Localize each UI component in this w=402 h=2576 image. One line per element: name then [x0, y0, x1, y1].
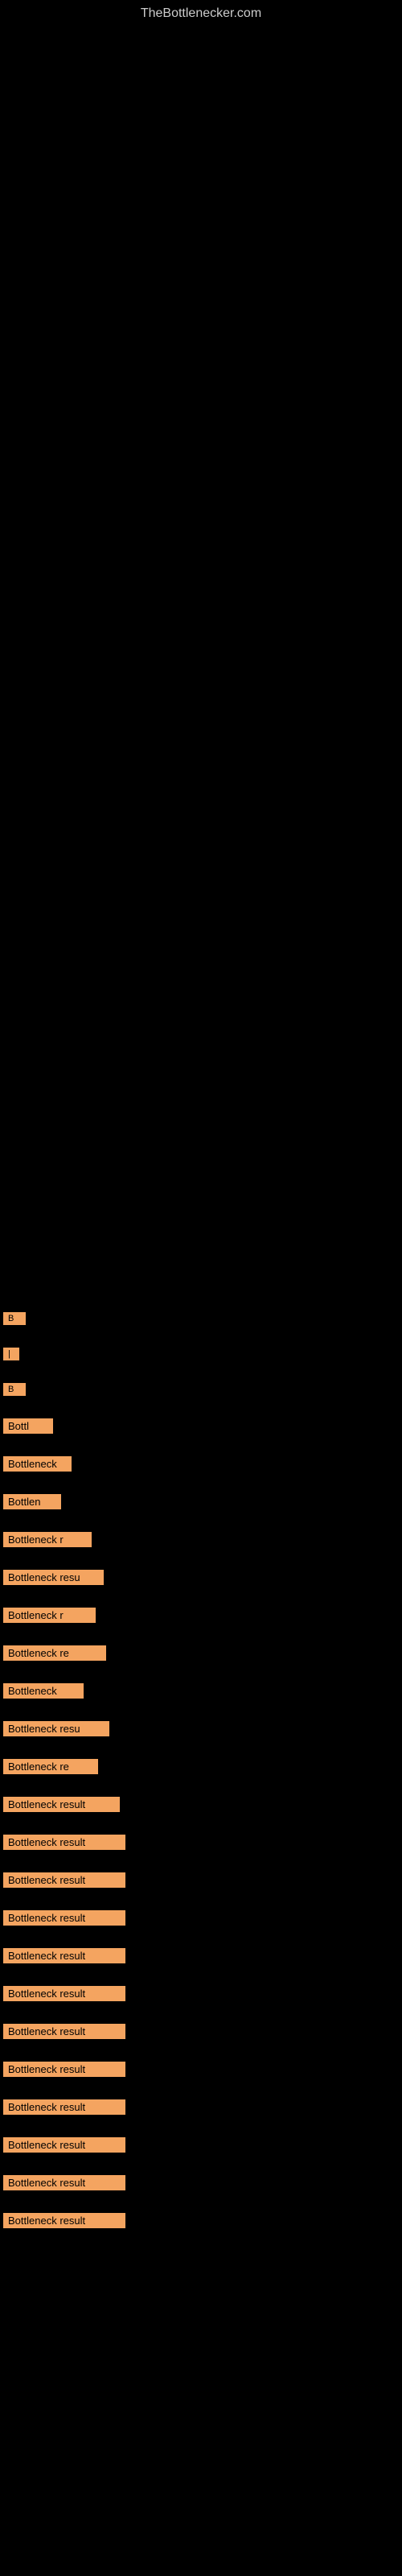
- bottleneck-result-item-25: Bottleneck result: [3, 2213, 125, 2228]
- bottleneck-result-item-1: B: [3, 1312, 26, 1325]
- bottleneck-result-item-15: Bottleneck result: [3, 1835, 125, 1850]
- bottleneck-result-item-18: Bottleneck result: [3, 1948, 125, 1963]
- bottleneck-result-item-6: Bottlen: [3, 1494, 61, 1509]
- bottleneck-result-item-19: Bottleneck result: [3, 1986, 125, 2001]
- bottleneck-result-item-16: Bottleneck result: [3, 1872, 125, 1888]
- bottleneck-result-item-23: Bottleneck result: [3, 2137, 125, 2153]
- bottleneck-result-item-7: Bottleneck r: [3, 1532, 92, 1547]
- bottleneck-result-item-9: Bottleneck r: [3, 1608, 96, 1623]
- bottleneck-result-item-21: Bottleneck result: [3, 2062, 125, 2077]
- bottleneck-result-item-13: Bottleneck re: [3, 1759, 98, 1774]
- bottleneck-result-item-24: Bottleneck result: [3, 2175, 125, 2190]
- results-container: B | B Bottl Bottleneck Bottlen Bottleneck r Bot…: [0, 24, 402, 2251]
- bottleneck-result-item-11: Bottleneck: [3, 1683, 84, 1699]
- bottleneck-result-item-3: B: [3, 1383, 26, 1396]
- bottleneck-result-item-5: Bottleneck: [3, 1456, 72, 1472]
- bottleneck-result-item-17: Bottleneck result: [3, 1910, 125, 1926]
- bottleneck-result-item-22: Bottleneck result: [3, 2099, 125, 2115]
- bottleneck-result-item-4: Bottl: [3, 1418, 53, 1434]
- bottleneck-result-item-14: Bottleneck result: [3, 1797, 120, 1812]
- bottleneck-result-item-12: Bottleneck resu: [3, 1721, 109, 1736]
- bottleneck-result-item-8: Bottleneck resu: [3, 1570, 104, 1585]
- bottleneck-result-item-2: |: [3, 1348, 19, 1360]
- bottleneck-result-item-20: Bottleneck result: [3, 2024, 125, 2039]
- bottleneck-result-item-10: Bottleneck re: [3, 1645, 106, 1661]
- site-title: TheBottlenecker.com: [0, 0, 402, 24]
